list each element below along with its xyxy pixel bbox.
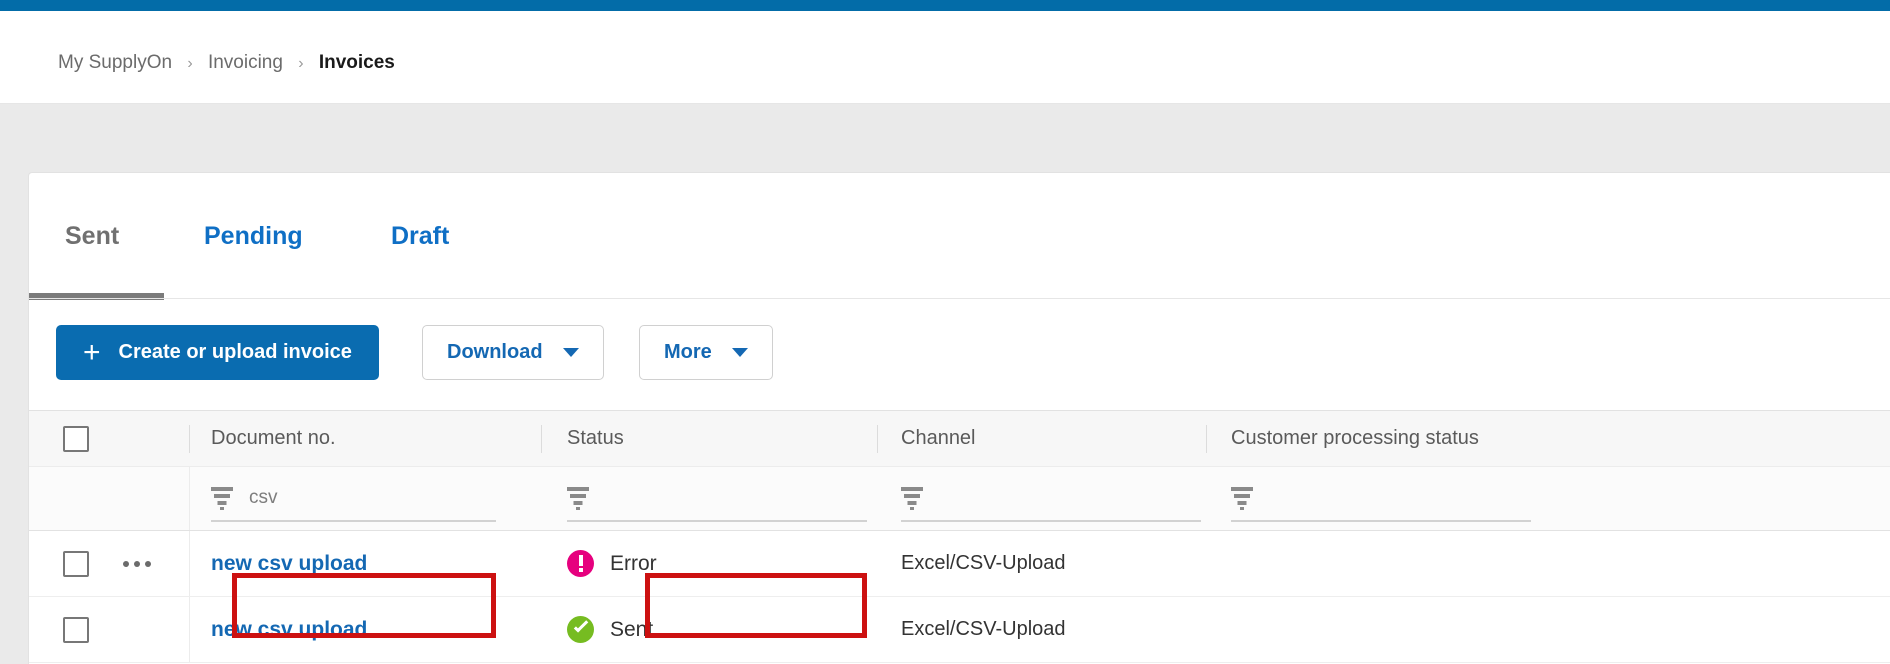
create-or-upload-invoice-label: Create or upload invoice — [118, 341, 352, 363]
plus-icon: + — [83, 335, 101, 369]
cell-status: Sent — [567, 597, 867, 662]
status-label: Sent — [610, 617, 654, 641]
filter-status-input[interactable] — [567, 476, 867, 522]
row-checkbox[interactable] — [63, 616, 89, 643]
document-no-link[interactable]: new csv upload — [211, 618, 367, 642]
row-select-cell — [63, 597, 103, 662]
cell-status: Error — [567, 531, 867, 596]
table-row[interactable]: new csv upload Error Excel/CSV-Upload — [29, 531, 1890, 597]
filter-status[interactable] — [567, 467, 867, 530]
cell-customer-processing-status — [1231, 597, 1631, 662]
tab-draft[interactable]: Draft — [391, 221, 449, 251]
column-divider — [189, 531, 190, 596]
success-icon — [567, 616, 594, 643]
tab-pending[interactable]: Pending — [204, 221, 303, 251]
breadcrumb: My SupplyOn › Invoicing › Invoices — [58, 51, 395, 76]
filter-customer-processing-status-input[interactable] — [1231, 476, 1531, 522]
filter-channel-input[interactable] — [901, 476, 1201, 522]
more-label: More — [664, 341, 712, 363]
breadcrumb-separator-icon: › — [298, 55, 304, 72]
download-button[interactable]: Download — [422, 325, 604, 380]
filter-channel[interactable] — [901, 467, 1201, 530]
breadcrumb-bar: My SupplyOn › Invoicing › Invoices — [0, 11, 1890, 104]
filter-icon[interactable] — [901, 486, 923, 510]
filter-icon[interactable] — [211, 486, 233, 510]
document-no-link[interactable]: new csv upload — [211, 552, 367, 576]
table-row[interactable]: new csv upload Sent Excel/CSV-Upload — [29, 597, 1890, 663]
cell-document-no: new csv upload — [211, 597, 531, 662]
cell-document-no: new csv upload — [211, 531, 531, 596]
column-header-status[interactable]: Status — [567, 411, 877, 466]
invoices-panel: Sent Pending Draft + Create or upload in… — [28, 172, 1890, 664]
app-top-bar — [0, 0, 1890, 11]
cell-channel: Excel/CSV-Upload — [901, 618, 1066, 640]
row-select-cell — [63, 531, 103, 596]
chevron-down-icon — [562, 348, 579, 357]
table-header-row: Document no. Status Channel Customer pro… — [29, 410, 1890, 467]
breadcrumb-item-my-supplyon[interactable]: My SupplyOn — [58, 52, 172, 73]
cell-customer-processing-status — [1231, 531, 1631, 596]
column-header-channel[interactable]: Channel — [901, 411, 1206, 466]
row-checkbox[interactable] — [63, 550, 89, 577]
tab-bar: Sent Pending Draft — [29, 173, 1890, 300]
filter-icon[interactable] — [567, 486, 589, 510]
breadcrumb-item-invoices: Invoices — [318, 52, 395, 73]
create-or-upload-invoice-button[interactable]: + Create or upload invoice — [56, 325, 379, 380]
filter-icon[interactable] — [1231, 486, 1253, 510]
filter-document-no[interactable]: csv — [211, 467, 496, 530]
column-header-customer-processing-status[interactable]: Customer processing status — [1231, 411, 1651, 466]
select-all-checkbox[interactable] — [63, 425, 89, 452]
table-filter-row: csv — [29, 467, 1890, 531]
more-button[interactable]: More — [639, 325, 773, 380]
column-header-document-no[interactable]: Document no. — [211, 411, 541, 466]
download-label: Download — [447, 341, 543, 363]
filter-customer-processing-status[interactable] — [1231, 467, 1531, 530]
column-divider — [189, 425, 190, 453]
column-divider — [1206, 425, 1207, 453]
filter-document-no-value: csv — [249, 486, 278, 508]
invoices-table: Document no. Status Channel Customer pro… — [29, 410, 1890, 663]
column-divider — [877, 425, 878, 453]
kebab-menu-icon[interactable] — [123, 560, 151, 567]
breadcrumb-separator-icon: › — [187, 55, 193, 72]
status-label: Error — [610, 551, 657, 575]
chevron-down-icon — [731, 348, 748, 357]
cell-channel: Excel/CSV-Upload — [901, 552, 1066, 574]
column-divider — [541, 425, 542, 453]
select-all-cell — [63, 411, 183, 466]
filter-document-no-input[interactable]: csv — [211, 476, 496, 522]
tab-bar-divider — [29, 298, 1890, 299]
row-actions-cell — [123, 531, 173, 596]
action-toolbar: + Create or upload invoice Download More — [29, 325, 1890, 381]
tab-sent[interactable]: Sent — [65, 221, 119, 251]
error-icon — [567, 550, 594, 577]
breadcrumb-item-invoicing[interactable]: Invoicing — [208, 52, 283, 73]
column-divider — [189, 467, 190, 530]
column-divider — [189, 597, 190, 662]
